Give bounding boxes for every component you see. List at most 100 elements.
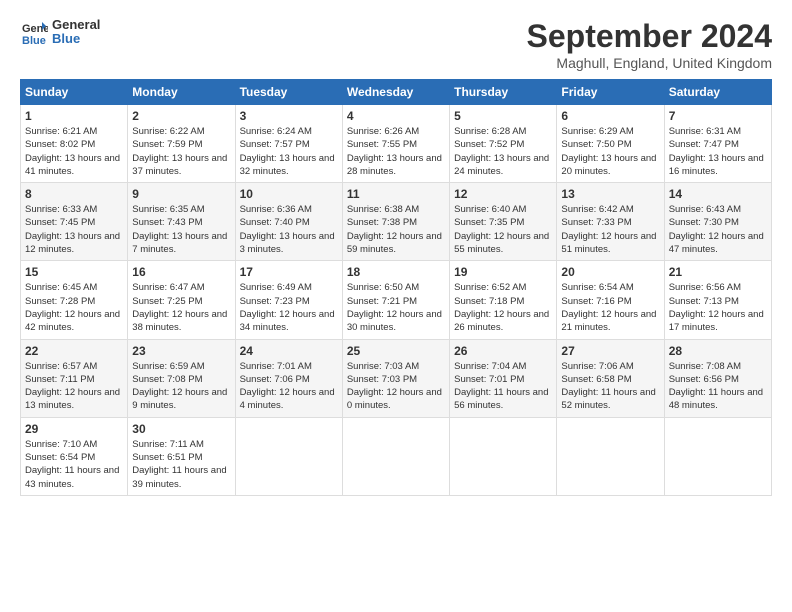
day-number: 5 — [454, 109, 552, 123]
day-number: 7 — [669, 109, 767, 123]
calendar-cell: 11Sunrise: 6:38 AMSunset: 7:38 PMDayligh… — [342, 183, 449, 261]
logo-general: General — [52, 18, 100, 32]
day-info: Sunrise: 6:43 AMSunset: 7:30 PMDaylight:… — [669, 203, 767, 256]
weekday-header: Thursday — [450, 80, 557, 105]
calendar-cell: 2Sunrise: 6:22 AMSunset: 7:59 PMDaylight… — [128, 105, 235, 183]
sunset-label: Sunset: 7:52 PM — [454, 139, 524, 150]
daylight-label: Daylight: 12 hours and 4 minutes. — [240, 387, 335, 411]
sunset-label: Sunset: 7:33 PM — [561, 217, 631, 228]
daylight-label: Daylight: 11 hours and 52 minutes. — [561, 387, 655, 411]
sunset-label: Sunset: 6:54 PM — [25, 452, 95, 463]
sunrise-label: Sunrise: 6:49 AM — [240, 282, 312, 293]
daylight-label: Daylight: 12 hours and 17 minutes. — [669, 309, 764, 333]
day-info: Sunrise: 7:10 AMSunset: 6:54 PMDaylight:… — [25, 438, 123, 491]
sunrise-label: Sunrise: 6:54 AM — [561, 282, 633, 293]
day-info: Sunrise: 6:28 AMSunset: 7:52 PMDaylight:… — [454, 125, 552, 178]
calendar-cell: 3Sunrise: 6:24 AMSunset: 7:57 PMDaylight… — [235, 105, 342, 183]
calendar-cell: 25Sunrise: 7:03 AMSunset: 7:03 PMDayligh… — [342, 339, 449, 417]
sunrise-label: Sunrise: 7:08 AM — [669, 361, 741, 372]
calendar-cell — [664, 417, 771, 495]
weekday-header: Saturday — [664, 80, 771, 105]
sunset-label: Sunset: 7:25 PM — [132, 296, 202, 307]
month-title: September 2024 — [527, 18, 772, 55]
day-number: 15 — [25, 265, 123, 279]
sunset-label: Sunset: 7:59 PM — [132, 139, 202, 150]
sunrise-label: Sunrise: 7:01 AM — [240, 361, 312, 372]
day-info: Sunrise: 6:24 AMSunset: 7:57 PMDaylight:… — [240, 125, 338, 178]
sunrise-label: Sunrise: 6:21 AM — [25, 126, 97, 137]
calendar-cell — [235, 417, 342, 495]
weekday-header: Wednesday — [342, 80, 449, 105]
sunrise-label: Sunrise: 6:40 AM — [454, 204, 526, 215]
day-number: 30 — [132, 422, 230, 436]
calendar-cell: 23Sunrise: 6:59 AMSunset: 7:08 PMDayligh… — [128, 339, 235, 417]
day-info: Sunrise: 7:01 AMSunset: 7:06 PMDaylight:… — [240, 360, 338, 413]
calendar-cell: 20 Sunrise: 6:54 AMSunset: 7:16 PMDayligh… — [557, 261, 664, 339]
day-info: Sunrise: 7:11 AMSunset: 6:51 PMDaylight:… — [132, 438, 230, 491]
day-info: Sunrise: 7:08 AMSunset: 6:56 PMDaylight:… — [669, 360, 767, 413]
sunset-label: Sunset: 7:21 PM — [347, 296, 417, 307]
calendar-cell: 27Sunrise: 7:06 AMSunset: 6:58 PMDayligh… — [557, 339, 664, 417]
sunrise-label: Sunrise: 6:24 AM — [240, 126, 312, 137]
day-info: Sunrise: 6:29 AMSunset: 7:50 PMDaylight:… — [561, 125, 659, 178]
sunrise-label: Sunrise: 6:56 AM — [669, 282, 741, 293]
calendar-cell: 21 Sunrise: 6:56 AMSunset: 7:13 PMDayligh… — [664, 261, 771, 339]
day-info: Sunrise: 6:26 AMSunset: 7:55 PMDaylight:… — [347, 125, 445, 178]
day-info: Sunrise: 6:40 AMSunset: 7:35 PMDaylight:… — [454, 203, 552, 256]
calendar-week-row: 15 Sunrise: 6:45 AMSunset: 7:28 PMDayligh… — [21, 261, 772, 339]
logo: General Blue General Blue — [20, 18, 100, 47]
calendar-cell: 18Sunrise: 6:50 AMSunset: 7:21 PMDayligh… — [342, 261, 449, 339]
sunset-label: Sunset: 7:40 PM — [240, 217, 310, 228]
day-info: Sunrise: 6:54 AMSunset: 7:16 PMDaylight:… — [561, 281, 659, 334]
sunset-label: Sunset: 7:47 PM — [669, 139, 739, 150]
daylight-label: Daylight: 12 hours and 26 minutes. — [454, 309, 549, 333]
day-number: 21 — [669, 265, 767, 279]
sunset-label: Sunset: 7:18 PM — [454, 296, 524, 307]
day-number: 12 — [454, 187, 552, 201]
calendar-cell: 8Sunrise: 6:33 AMSunset: 7:45 PMDaylight… — [21, 183, 128, 261]
day-info: Sunrise: 6:56 AMSunset: 7:13 PMDaylight:… — [669, 281, 767, 334]
daylight-label: Daylight: 12 hours and 30 minutes. — [347, 309, 442, 333]
day-number: 9 — [132, 187, 230, 201]
weekday-header: Tuesday — [235, 80, 342, 105]
day-number: 20 — [561, 265, 659, 279]
daylight-label: Daylight: 13 hours and 20 minutes. — [561, 153, 656, 177]
sunrise-label: Sunrise: 6:47 AM — [132, 282, 204, 293]
daylight-label: Daylight: 13 hours and 16 minutes. — [669, 153, 764, 177]
daylight-label: Daylight: 11 hours and 48 minutes. — [669, 387, 763, 411]
weekday-header: Sunday — [21, 80, 128, 105]
day-info: Sunrise: 6:21 AMSunset: 8:02 PMDaylight:… — [25, 125, 123, 178]
day-info: Sunrise: 6:42 AMSunset: 7:33 PMDaylight:… — [561, 203, 659, 256]
calendar-cell: 12 Sunrise: 6:40 AMSunset: 7:35 PMDayligh… — [450, 183, 557, 261]
sunrise-label: Sunrise: 6:33 AM — [25, 204, 97, 215]
sunrise-label: Sunrise: 6:52 AM — [454, 282, 526, 293]
day-info: Sunrise: 6:36 AMSunset: 7:40 PMDaylight:… — [240, 203, 338, 256]
daylight-label: Daylight: 13 hours and 37 minutes. — [132, 153, 227, 177]
day-number: 27 — [561, 344, 659, 358]
day-number: 24 — [240, 344, 338, 358]
sunset-label: Sunset: 7:57 PM — [240, 139, 310, 150]
calendar-cell: 19Sunrise: 6:52 AMSunset: 7:18 PMDayligh… — [450, 261, 557, 339]
sunset-label: Sunset: 7:28 PM — [25, 296, 95, 307]
day-info: Sunrise: 6:45 AMSunset: 7:28 PMDaylight:… — [25, 281, 123, 334]
sunrise-label: Sunrise: 6:29 AM — [561, 126, 633, 137]
day-number: 29 — [25, 422, 123, 436]
sunset-label: Sunset: 7:55 PM — [347, 139, 417, 150]
day-info: Sunrise: 7:04 AMSunset: 7:01 PMDaylight:… — [454, 360, 552, 413]
daylight-label: Daylight: 12 hours and 51 minutes. — [561, 231, 656, 255]
sunset-label: Sunset: 7:08 PM — [132, 374, 202, 385]
sunrise-label: Sunrise: 6:50 AM — [347, 282, 419, 293]
weekday-header: Monday — [128, 80, 235, 105]
daylight-label: Daylight: 12 hours and 38 minutes. — [132, 309, 227, 333]
calendar-cell: 4Sunrise: 6:26 AMSunset: 7:55 PMDaylight… — [342, 105, 449, 183]
calendar-week-row: 22Sunrise: 6:57 AMSunset: 7:11 PMDayligh… — [21, 339, 772, 417]
calendar-table: SundayMondayTuesdayWednesdayThursdayFrid… — [20, 79, 772, 496]
calendar-cell — [342, 417, 449, 495]
svg-text:Blue: Blue — [22, 35, 46, 46]
sunset-label: Sunset: 7:11 PM — [25, 374, 95, 385]
daylight-label: Daylight: 13 hours and 12 minutes. — [25, 231, 120, 255]
sunrise-label: Sunrise: 6:59 AM — [132, 361, 204, 372]
sunset-label: Sunset: 7:43 PM — [132, 217, 202, 228]
daylight-label: Daylight: 13 hours and 28 minutes. — [347, 153, 442, 177]
sunrise-label: Sunrise: 6:57 AM — [25, 361, 97, 372]
